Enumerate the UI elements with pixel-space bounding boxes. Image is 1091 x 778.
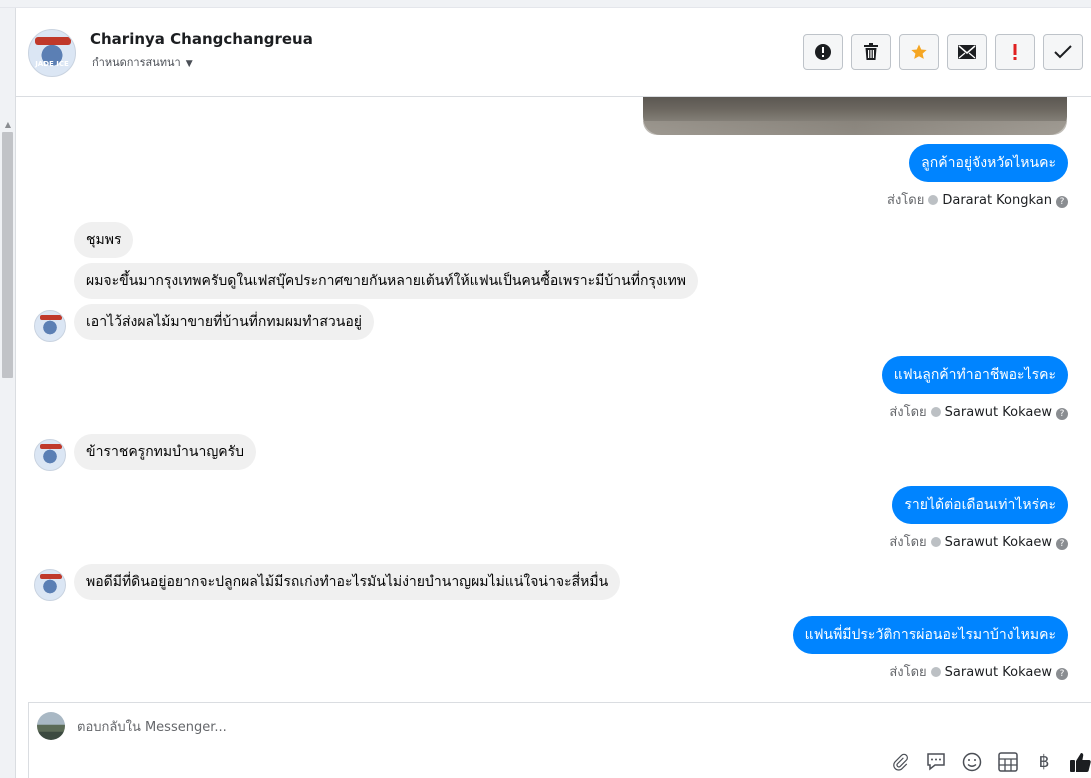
help-icon[interactable]: ?: [1056, 538, 1068, 550]
message-bubble-outgoing[interactable]: รายได้ต่อเดือนเท่าไหร่คะ: [892, 486, 1068, 524]
left-scrollbar[interactable]: ▲: [0, 8, 16, 778]
check-icon: [1054, 45, 1072, 59]
assign-conversation-dropdown[interactable]: กำหนดการสนทนา ▼: [92, 53, 193, 71]
thumbs-up-icon[interactable]: [1069, 751, 1091, 773]
help-icon[interactable]: ?: [1056, 196, 1068, 208]
contact-name[interactable]: Charinya Changchangreua: [90, 30, 313, 48]
message-bubble-incoming[interactable]: เอาไว้ส่งผลไม้มาขายที่บ้านที่กทมผมทำสวนอ…: [74, 304, 374, 340]
reply-input[interactable]: [77, 717, 777, 737]
delete-button[interactable]: [851, 34, 891, 70]
help-icon[interactable]: ?: [1056, 408, 1068, 420]
image-attachment[interactable]: [643, 97, 1067, 135]
sent-by-line: ส่งโดย Sarawut Kokaew?: [889, 401, 1068, 422]
exclamation-icon: [1013, 44, 1017, 60]
verified-icon: [930, 667, 941, 677]
reply-composer: ฿: [28, 702, 1091, 778]
message-bubble-incoming[interactable]: ผมจะขึ้นมากรุงเทพครับดูในเฟสบุ๊คประกาศขา…: [74, 263, 699, 299]
mail-button[interactable]: [947, 34, 987, 70]
verified-icon: [930, 407, 941, 417]
message-bubble-outgoing[interactable]: ลูกค้าอยู่จังหวัดไหนคะ: [909, 144, 1068, 182]
page-avatar: [37, 712, 65, 740]
important-button[interactable]: [995, 34, 1035, 70]
avatar-logo-banner: [40, 315, 62, 320]
message-bubble-incoming[interactable]: พอดีมีที่ดินอยู่อยากจะปลูกผลไม้มีรถเก่งท…: [74, 564, 621, 600]
star-icon: [911, 44, 927, 59]
emoji-icon[interactable]: [961, 751, 983, 773]
messenger-inbox: ▲ JADE ICE Charinya Changchangreua กำหนด…: [0, 0, 1091, 778]
message-bubble-incoming[interactable]: ข้าราชครูกทมบำนาญครับ: [74, 434, 257, 470]
avatar-logo-text: JADE ICE: [35, 60, 69, 68]
caret-down-icon: ▼: [185, 59, 193, 69]
scroll-up-arrow-icon[interactable]: ▲: [3, 120, 13, 130]
scrollbar-thumb[interactable]: [2, 132, 13, 378]
assign-label: กำหนดการสนทนา: [92, 56, 181, 69]
contact-avatar[interactable]: JADE ICE: [28, 29, 76, 77]
message-bubble-outgoing[interactable]: แฟนลูกค้าทำอาชีพอะไรคะ: [881, 356, 1068, 394]
avatar-logo-banner: [40, 444, 62, 449]
agent-name[interactable]: Dararat Kongkan: [942, 193, 1052, 208]
message-bubble-outgoing[interactable]: แฟนพี่มีประวัติการผ่อนอะไรมาบ้างไหมคะ: [792, 616, 1068, 654]
trash-icon: [864, 43, 878, 60]
sent-by-prefix: ส่งโดย: [889, 535, 927, 550]
help-icon[interactable]: ?: [1056, 668, 1068, 680]
avatar-logo-banner: [35, 37, 71, 45]
alert-circle-icon: [815, 44, 831, 60]
message-bubble-incoming[interactable]: ชุมพร: [74, 222, 134, 258]
spam-button[interactable]: [803, 34, 843, 70]
done-button[interactable]: [1043, 34, 1083, 70]
sent-by-prefix: ส่งโดย: [889, 405, 927, 420]
sent-by-line: ส่งโดย Sarawut Kokaew?: [889, 661, 1068, 682]
contact-avatar-small[interactable]: [34, 310, 66, 342]
paperclip-icon[interactable]: [889, 751, 911, 773]
conversation-header: JADE ICE Charinya Changchangreua กำหนดกา…: [16, 8, 1091, 97]
avatar-logo-banner: [40, 574, 62, 579]
baht-icon[interactable]: ฿: [1033, 751, 1055, 773]
contact-avatar-small[interactable]: [34, 569, 66, 601]
message-thread[interactable]: ลูกค้าอยู่จังหวัดไหนคะ ส่งโดย Dararat Kon…: [16, 97, 1091, 702]
verified-icon: [928, 195, 939, 205]
sent-by-line: ส่งโดย Dararat Kongkan?: [887, 189, 1068, 210]
chat-bubble-icon[interactable]: [925, 751, 947, 773]
agent-name[interactable]: Sarawut Kokaew: [945, 665, 1052, 680]
agent-name[interactable]: Sarawut Kokaew: [945, 405, 1052, 420]
sent-by-prefix: ส่งโดย: [889, 665, 927, 680]
agent-name[interactable]: Sarawut Kokaew: [945, 535, 1052, 550]
contact-avatar-small[interactable]: [34, 439, 66, 471]
sent-by-line: ส่งโดย Sarawut Kokaew?: [889, 531, 1068, 552]
envelope-icon: [958, 45, 976, 59]
sent-by-prefix: ส่งโดย: [887, 193, 925, 208]
verified-icon: [930, 537, 941, 547]
top-strip: [0, 0, 1091, 8]
star-button[interactable]: [899, 34, 939, 70]
table-icon[interactable]: [997, 751, 1019, 773]
